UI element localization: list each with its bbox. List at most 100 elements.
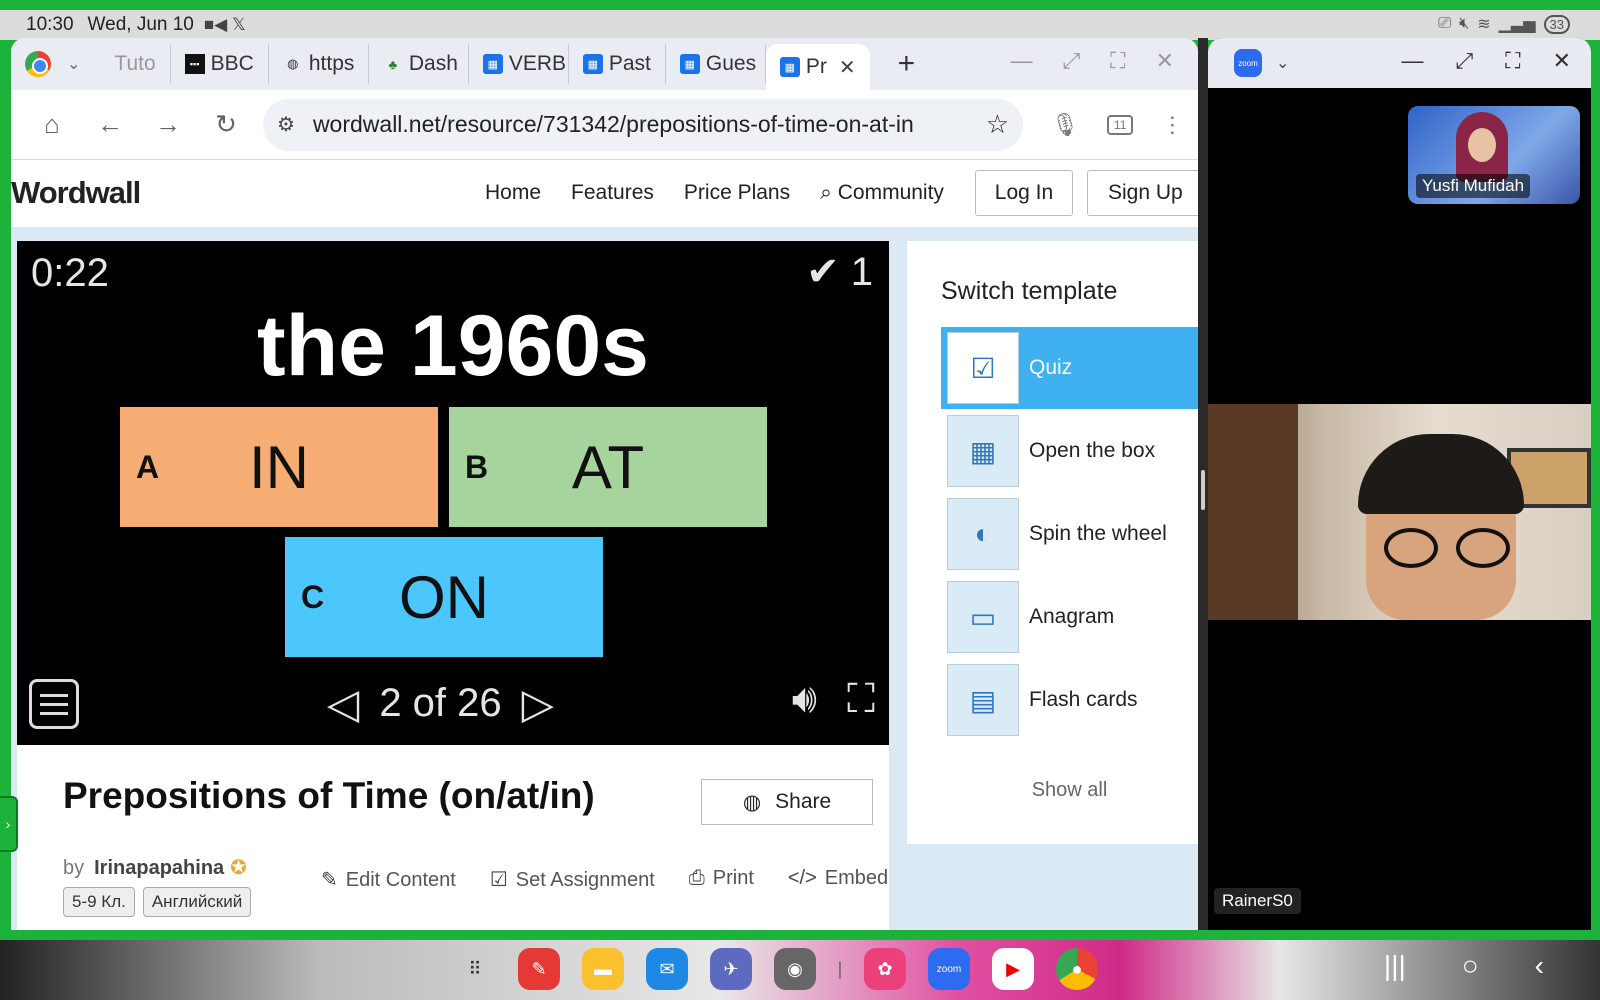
template-flash-cards[interactable]: ▤ Flash cards <box>941 659 1198 741</box>
recents-icon[interactable]: ||| <box>1384 950 1406 982</box>
tab-label: Dash <box>408 52 458 75</box>
template-quiz[interactable]: ☑ Quiz <box>941 327 1198 409</box>
participant-name: Yusfi Mufidah <box>1416 174 1531 198</box>
chrome-app-icon[interactable]: ● <box>1056 948 1098 990</box>
tab-list-chevron-icon[interactable]: ⌄ <box>67 54 80 74</box>
split-handle[interactable] <box>1201 470 1205 510</box>
home-button-icon[interactable]: ○ <box>1462 950 1479 982</box>
tab-1[interactable]: ▪▪▪ BBC <box>171 44 269 84</box>
template-spin-the-wheel[interactable]: ◐ Spin the wheel <box>941 493 1198 575</box>
files-app-icon[interactable]: ▬ <box>582 948 624 990</box>
author-link[interactable]: Irinapapahina <box>94 857 224 879</box>
wordwall-favicon-icon: ▦ <box>679 54 700 74</box>
browser-app-icon[interactable]: ✈ <box>710 948 752 990</box>
participant-glasses <box>1384 528 1514 568</box>
reload-icon[interactable]: ↻ <box>197 109 255 140</box>
tab-3[interactable]: ♣ Dash <box>369 44 469 84</box>
answer-b[interactable]: B AT <box>449 407 767 527</box>
fullscreen-game-icon[interactable]: ⛶ <box>847 677 875 722</box>
resize-icon[interactable]: ⤢ <box>1456 48 1474 74</box>
home-icon[interactable]: ⌂ <box>23 109 81 140</box>
close-tab-icon[interactable]: ✕ <box>839 55 856 80</box>
date: Wed, Jun 10 <box>87 14 194 35</box>
previous-arrow-icon[interactable]: ◁ <box>327 679 359 728</box>
tab-label: BBC <box>210 52 254 75</box>
back-nav-icon[interactable]: ‹ <box>1535 950 1544 982</box>
notes-app-icon[interactable]: ✎ <box>518 948 560 990</box>
nav-features[interactable]: Features <box>571 181 654 205</box>
share-button[interactable]: ◍ Share <box>701 779 873 825</box>
close-window-icon[interactable]: ✕ <box>1156 48 1174 74</box>
tab-count-icon[interactable]: 11 <box>1106 114 1134 135</box>
camera-app-icon[interactable]: ◉ <box>774 948 816 990</box>
chevron-down-icon[interactable]: ⌄ <box>1276 53 1289 73</box>
taskbar: ⠿ ✎ ▬ ✉ ✈ ◉ | ✿ zoom ▶ ● ||| ○ ‹ <box>0 940 1600 1000</box>
tab-active[interactable]: ▦ Pr ✕ <box>765 44 870 90</box>
new-tab-icon[interactable]: + <box>898 47 916 81</box>
nav-community[interactable]: ⌕ Community <box>820 181 944 205</box>
page-indicator: 2 of 26 <box>379 680 502 725</box>
edit-content-button[interactable]: ✎ Edit Content <box>321 867 456 892</box>
messages-app-icon[interactable]: ✉ <box>646 948 688 990</box>
switch-template-title: Switch template <box>941 277 1118 305</box>
microphone-icon[interactable]: 🎙︎ <box>1051 112 1079 138</box>
battery-icon: 33 <box>1543 14 1570 34</box>
tab-4[interactable]: ▦ VERB <box>469 44 569 84</box>
answer-a[interactable]: A IN <box>120 407 438 527</box>
minimize-icon[interactable]: — <box>1402 48 1424 74</box>
nav-home[interactable]: Home <box>485 181 541 205</box>
fullscreen-icon[interactable]: ⛶ <box>1505 48 1520 74</box>
embed-label: Embed <box>824 867 889 889</box>
sound-icon[interactable]: 🔊︎ <box>792 677 817 722</box>
tag-grade[interactable]: 5-9 Кл. <box>63 887 135 917</box>
signup-button[interactable]: Sign Up <box>1087 170 1198 216</box>
edge-panel-handle[interactable]: › <box>0 796 18 852</box>
globe-icon: ◍ <box>742 790 762 814</box>
set-assignment-button[interactable]: ☑ Set Assignment <box>490 867 655 892</box>
bbc-favicon-icon: ▪▪▪ <box>184 54 205 74</box>
template-anagram[interactable]: ▭ Anagram <box>941 576 1198 658</box>
show-all-link[interactable]: Show all <box>941 779 1198 802</box>
back-icon[interactable]: ← <box>81 109 139 140</box>
zoom-app-icon[interactable]: zoom <box>1234 49 1262 77</box>
login-button[interactable]: Log In <box>975 170 1073 216</box>
score: ✔ 1 <box>806 250 873 294</box>
video-tile-rainer[interactable] <box>1208 404 1591 620</box>
template-label: Flash cards <box>1029 688 1138 711</box>
bookmark-star-icon[interactable]: ☆ <box>986 109 1009 140</box>
more-menu-icon[interactable]: ⋮ <box>1161 112 1183 138</box>
tab-0[interactable]: Tuto <box>100 44 171 84</box>
next-arrow-icon[interactable]: ▷ <box>522 679 554 728</box>
print-button[interactable]: ⎙ Print <box>689 867 754 892</box>
tab-6[interactable]: ▦ Gues <box>666 44 766 84</box>
answer-text: AT <box>571 433 645 501</box>
main-nav: Home Features Price Plans ⌕ Community <box>485 160 944 226</box>
site-settings-icon[interactable]: ⚙ <box>277 112 295 137</box>
tag-subject[interactable]: Английский <box>142 887 252 917</box>
checkbox-icon: ☑ <box>489 869 508 891</box>
close-icon[interactable]: ✕ <box>1553 48 1571 74</box>
window-controls: — ⤢ ⛶ ✕ <box>1011 48 1174 74</box>
url-text[interactable]: wordwall.net/resource/731342/preposition… <box>313 111 986 138</box>
tab-2[interactable]: ◍ https <box>269 44 369 84</box>
gallery-app-icon[interactable]: ✿ <box>864 948 906 990</box>
embed-button[interactable]: </> Embed <box>788 867 888 892</box>
template-label: Spin the wheel <box>1029 522 1167 545</box>
youtube-app-icon[interactable]: ▶ <box>992 948 1034 990</box>
game-menu-icon[interactable] <box>29 679 79 729</box>
video-tile-yusfi[interactable]: Yusfi Mufidah <box>1408 106 1580 204</box>
fullscreen-icon[interactable]: ⛶ <box>1110 48 1125 74</box>
zoom-app-icon[interactable]: zoom <box>928 948 970 990</box>
forward-icon[interactable]: → <box>139 109 197 140</box>
resize-icon[interactable]: ⤢ <box>1063 48 1081 74</box>
zoom-window: zoom ⌄ — ⤢ ⛶ ✕ Yusfi Mufidah RainerS0 <box>1208 38 1591 930</box>
template-open-the-box[interactable]: ▦ Open the box <box>941 410 1198 492</box>
address-bar[interactable]: ⚙ wordwall.net/resource/731342/prepositi… <box>263 98 1023 151</box>
nav-price-plans[interactable]: Price Plans <box>684 181 790 205</box>
wordwall-logo[interactable]: Wordwall <box>11 175 141 211</box>
chrome-logo-icon[interactable] <box>25 51 51 77</box>
app-drawer-icon[interactable]: ⠿ <box>454 948 496 990</box>
tab-5[interactable]: ▦ Past <box>569 44 666 84</box>
answer-c[interactable]: C ON <box>285 537 603 657</box>
minimize-icon[interactable]: — <box>1011 48 1033 74</box>
